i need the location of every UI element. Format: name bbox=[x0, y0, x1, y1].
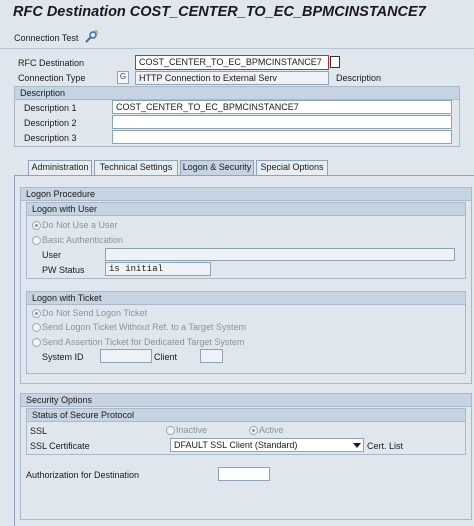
ssl-certificate-label: SSL Certificate bbox=[30, 441, 90, 451]
description-label: Description bbox=[336, 73, 382, 83]
client-field[interactable] bbox=[200, 349, 223, 363]
ssl-inactive-radio[interactable] bbox=[166, 426, 175, 435]
do-not-send-ticket-radio[interactable] bbox=[32, 309, 41, 318]
description1-field[interactable]: COST_CENTER_TO_EC_BPMCINSTANCE7 bbox=[112, 100, 452, 114]
logon-with-ticket-header: Logon with Ticket bbox=[26, 291, 466, 305]
chevron-down-icon[interactable] bbox=[353, 443, 361, 448]
basic-auth-radio[interactable] bbox=[32, 236, 41, 245]
connection-type-code[interactable]: G bbox=[117, 71, 129, 84]
do-not-use-user-radio[interactable] bbox=[32, 221, 41, 230]
description3-label: Description 3 bbox=[24, 133, 77, 143]
ssl-certificate-dropdown[interactable]: DFAULT SSL Client (Standard) bbox=[170, 438, 364, 452]
client-label: Client bbox=[154, 352, 178, 362]
copy-icon[interactable] bbox=[330, 56, 340, 68]
tab-logon-security[interactable]: Logon & Security bbox=[180, 160, 254, 175]
description2-label: Description 2 bbox=[24, 118, 77, 128]
send-assertion-radio[interactable] bbox=[32, 338, 41, 347]
system-id-field[interactable] bbox=[100, 349, 152, 363]
connection-type-description: HTTP Connection to External Serv bbox=[135, 71, 329, 85]
tab-technical-settings[interactable]: Technical Settings bbox=[94, 160, 178, 175]
tab-administration[interactable]: Administration bbox=[28, 160, 92, 175]
rfc-destination-label: RFC Destination bbox=[18, 58, 85, 68]
ssl-active-radio[interactable] bbox=[249, 426, 258, 435]
security-options-header: Security Options bbox=[20, 393, 472, 407]
rfc-destination-field[interactable]: COST_CENTER_TO_EC_BPMCINSTANCE7 bbox=[135, 55, 329, 70]
auth-destination-label: Authorization for Destination bbox=[26, 470, 140, 480]
pw-status-label: PW Status bbox=[42, 265, 85, 275]
basic-auth-label: Basic Authentication bbox=[42, 235, 124, 245]
wrench-icon[interactable] bbox=[84, 30, 98, 44]
logon-with-user-header: Logon with User bbox=[26, 202, 466, 216]
auth-destination-field[interactable] bbox=[218, 467, 270, 481]
page-title: RFC Destination COST_CENTER_TO_EC_BPMCIN… bbox=[13, 4, 426, 20]
ssl-inactive-label: Inactive bbox=[176, 425, 208, 435]
secure-protocol-header: Status of Secure Protocol bbox=[26, 408, 466, 422]
pw-status-field: is initial bbox=[105, 262, 211, 276]
ssl-active-label: Active bbox=[259, 425, 284, 435]
user-label: User bbox=[42, 250, 62, 260]
tab-special-options[interactable]: Special Options bbox=[256, 160, 328, 175]
cert-list-button[interactable]: Cert. List bbox=[367, 441, 403, 451]
do-not-send-ticket-label: Do Not Send Logon Ticket bbox=[42, 308, 148, 318]
user-field[interactable] bbox=[105, 248, 455, 261]
do-not-use-user-label: Do Not Use a User bbox=[42, 220, 118, 230]
connection-test-button[interactable]: Connection Test bbox=[14, 33, 78, 43]
description1-label: Description 1 bbox=[24, 103, 77, 113]
send-ticket-no-ref-label: Send Logon Ticket Without Ref. to a Targ… bbox=[42, 322, 246, 332]
connection-type-label: Connection Type bbox=[18, 73, 86, 83]
description2-field[interactable] bbox=[112, 115, 452, 129]
send-ticket-no-ref-radio[interactable] bbox=[32, 323, 41, 332]
send-assertion-label: Send Assertion Ticket for Dedicated Targ… bbox=[42, 337, 245, 347]
system-id-label: System ID bbox=[42, 352, 84, 362]
description-section-header: Description bbox=[14, 86, 460, 100]
ssl-label: SSL bbox=[30, 426, 48, 436]
description3-field[interactable] bbox=[112, 130, 452, 144]
logon-procedure-header: Logon Procedure bbox=[20, 187, 472, 201]
